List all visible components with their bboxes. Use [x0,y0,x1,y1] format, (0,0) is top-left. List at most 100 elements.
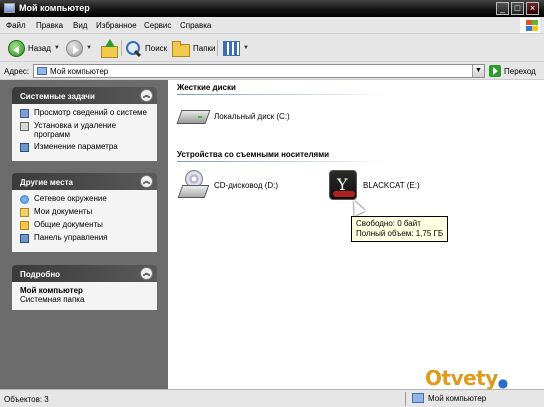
drive-label: BLACKCAT (E:) [363,180,420,190]
my-computer-icon [412,393,424,403]
system-info-icon [20,109,29,118]
watermark-logo: Otvety● [425,366,508,390]
system-tasks-header[interactable]: Системные задачи ︽ [12,87,157,104]
place-label: Мои документы [34,207,93,216]
file-view: Жесткие диски Локальный диск (C:) Устрой… [168,80,544,389]
status-divider [405,392,406,406]
drive-d[interactable]: CD-дисковод (D:) [178,170,278,200]
details-name: Мой компьютер [20,286,83,295]
search-icon [125,40,142,57]
group-divider [177,94,387,95]
network-icon [20,195,29,204]
cd-drive-icon [178,170,208,200]
menu-help[interactable]: Справка [180,21,211,30]
up-folder-icon [100,39,118,58]
group-header-hard-drives: Жесткие диски [177,83,236,92]
my-computer-icon [37,67,47,75]
views-button[interactable]: ▼ [223,38,249,58]
hard-disk-icon [178,105,208,127]
status-bar: Объектов: 3 Мой компьютер [0,389,544,407]
search-button[interactable]: Поиск [125,38,167,58]
details-header[interactable]: Подробно ︽ [12,265,157,282]
task-change-setting[interactable]: Изменение параметра [20,142,151,152]
menu-tools[interactable]: Сервис [144,21,171,30]
shared-documents-icon [20,221,29,230]
status-location: Мой компьютер [412,393,486,403]
system-tasks-panel: Системные задачи ︽ Просмотр сведений о с… [12,87,157,161]
other-places-header[interactable]: Другие места ︽ [12,173,157,190]
address-value: Мой компьютер [50,67,109,76]
go-arrow-icon [489,65,501,77]
close-button[interactable]: × [526,2,539,15]
collapse-icon[interactable]: ︽ [140,89,153,102]
address-input[interactable]: Мой компьютер ▼ [33,64,485,78]
other-places-list: Сетевое окружение Мои документы Общие до… [12,190,157,252]
title-bar: Мой компьютер _ □ × [0,0,544,17]
folders-label: Папки [193,43,216,53]
go-label: Переход [504,66,536,76]
my-computer-icon [4,3,15,13]
tooltip-free: Свободно: 0 байт [356,219,421,228]
group-header-removable: Устройства со съемными носителями [177,150,330,159]
panel-title: Другие места [20,178,73,187]
search-label: Поиск [145,43,168,53]
back-label: Назад [28,43,51,53]
forward-arrow-icon [66,39,83,57]
minimize-button[interactable]: _ [496,2,509,15]
mouse-cursor-icon [348,198,366,216]
maximize-button[interactable]: □ [511,2,524,15]
task-label: Просмотр сведений о системе [34,108,147,117]
place-control-panel[interactable]: Панель управления [20,233,151,243]
drive-tooltip: Свободно: 0 байт Полный объем: 1,75 ГБ [351,216,449,242]
forward-button[interactable]: ▼ [66,38,92,58]
chevron-down-icon[interactable]: ▼ [86,45,92,51]
control-panel-icon [20,234,29,243]
place-label: Панель управления [34,233,108,242]
collapse-icon[interactable]: ︽ [140,267,153,280]
place-network[interactable]: Сетевое окружение [20,194,151,204]
task-view-system-info[interactable]: Просмотр сведений о системе [20,108,151,118]
folders-icon [172,40,190,57]
task-add-remove-programs[interactable]: Установка и удаление программ [20,121,151,139]
details-body: Мой компьютер Системная папка [12,282,157,310]
up-folder-button[interactable] [100,38,118,58]
drive-label: CD-дисковод (D:) [214,180,279,190]
drive-e[interactable]: BLACKCAT (E:) [329,170,420,200]
chevron-down-icon[interactable]: ▼ [243,45,249,51]
task-label: Изменение параметра [34,142,118,151]
menu-favorites[interactable]: Избранное [96,21,137,30]
settings-icon [20,143,29,152]
panel-title: Подробно [20,270,61,279]
windows-flag-icon [520,18,540,33]
back-arrow-icon [8,39,25,57]
menu-file[interactable]: Файл [6,21,26,30]
place-shared-documents[interactable]: Общие документы [20,220,151,230]
chevron-down-icon[interactable]: ▼ [54,45,60,51]
menu-view[interactable]: Вид [73,21,87,30]
status-location-label: Мой компьютер [428,393,487,403]
menu-bar: Файл Правка Вид Избранное Сервис Справка [0,17,544,34]
group-divider [177,161,387,162]
folders-button[interactable]: Папки [172,38,216,58]
toolbar-divider [217,40,218,56]
panel-title: Системные задачи [20,92,95,101]
details-panel: Подробно ︽ Мой компьютер Системная папка [12,265,157,310]
address-dropdown-button[interactable]: ▼ [472,65,484,77]
back-button[interactable]: Назад ▼ [8,38,60,58]
place-label: Сетевое окружение [34,194,107,203]
usb-drive-icon [329,170,357,200]
drive-c[interactable]: Локальный диск (C:) [178,105,290,127]
views-icon [223,40,240,56]
details-type: Системная папка [20,295,85,304]
toolbar-divider [121,40,122,56]
go-button[interactable]: Переход [489,64,536,78]
collapse-icon[interactable]: ︽ [140,175,153,188]
tooltip-total: Полный объем: 1,75 ГБ [356,229,444,238]
toolbar: Назад ▼ ▼ Поиск Папки ▼ [0,34,544,62]
menu-edit[interactable]: Правка [36,21,63,30]
place-label: Общие документы [34,220,103,229]
system-tasks-list: Просмотр сведений о системе Установка и … [12,104,157,161]
drive-label: Локальный диск (C:) [214,111,290,121]
address-label: Адрес: [4,67,30,76]
place-my-documents[interactable]: Мои документы [20,207,151,217]
